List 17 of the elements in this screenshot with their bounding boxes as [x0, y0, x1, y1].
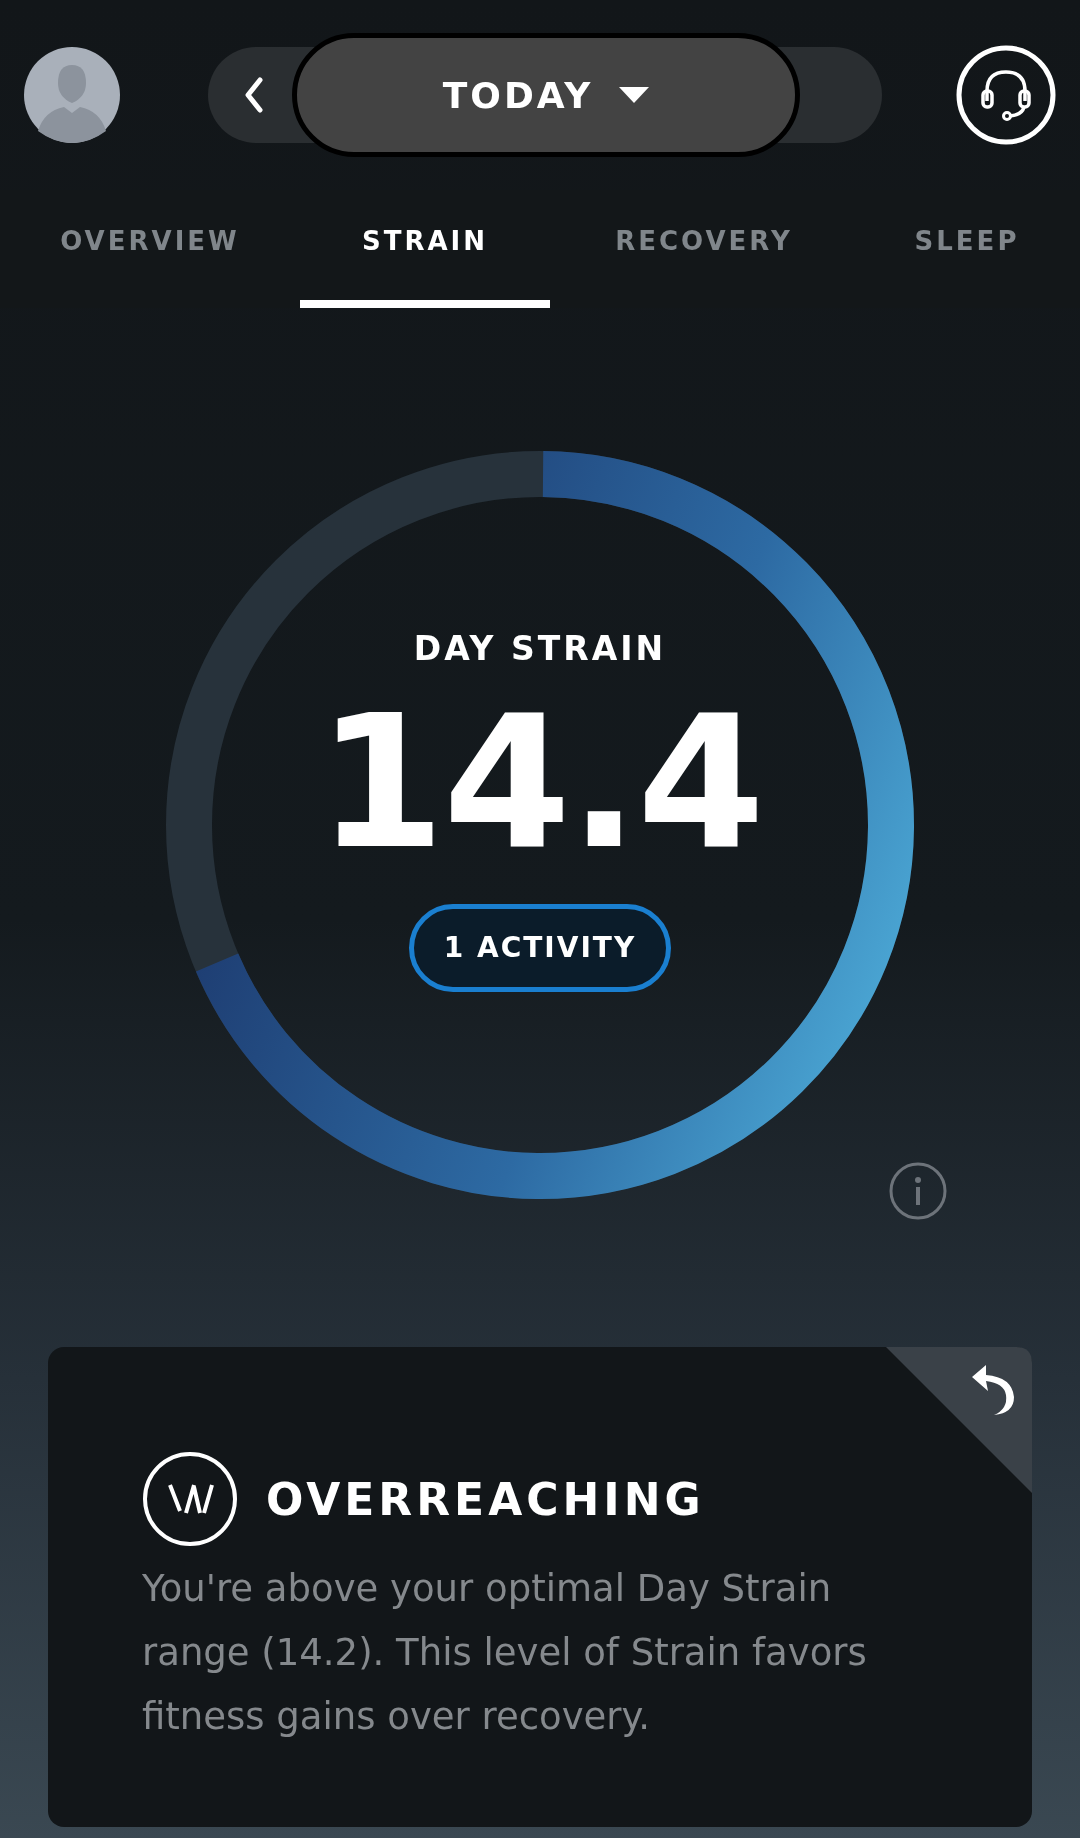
caret-icon — [619, 87, 650, 103]
tab[interactable]: SLEEP — [854, 190, 1080, 308]
card-title: OVERREACHING — [266, 1473, 705, 1525]
flip-icon[interactable] — [886, 1347, 1032, 1493]
gauge-title: DAY STRAIN — [413, 628, 667, 668]
strain-logo-icon — [142, 1451, 238, 1547]
strain-value: 14.4 — [317, 689, 763, 874]
info-icon[interactable] — [888, 1161, 948, 1221]
card-description: You're above your optimal Day Strain range (14.2). This level of Strain favors fitness gains over recovery. — [142, 1566, 868, 1740]
avatar-icon[interactable] — [24, 47, 120, 143]
date-dropdown[interactable]: TODAY — [292, 33, 800, 157]
headset-icon[interactable] — [956, 45, 1056, 145]
tab[interactable]: OVERVIEW — [0, 190, 300, 308]
tab[interactable]: STRAIN — [300, 190, 550, 308]
back-icon[interactable] — [244, 77, 264, 113]
tab[interactable]: RECOVERY — [554, 190, 854, 308]
activity-button[interactable]: 1 ACTIVITY — [408, 903, 672, 992]
